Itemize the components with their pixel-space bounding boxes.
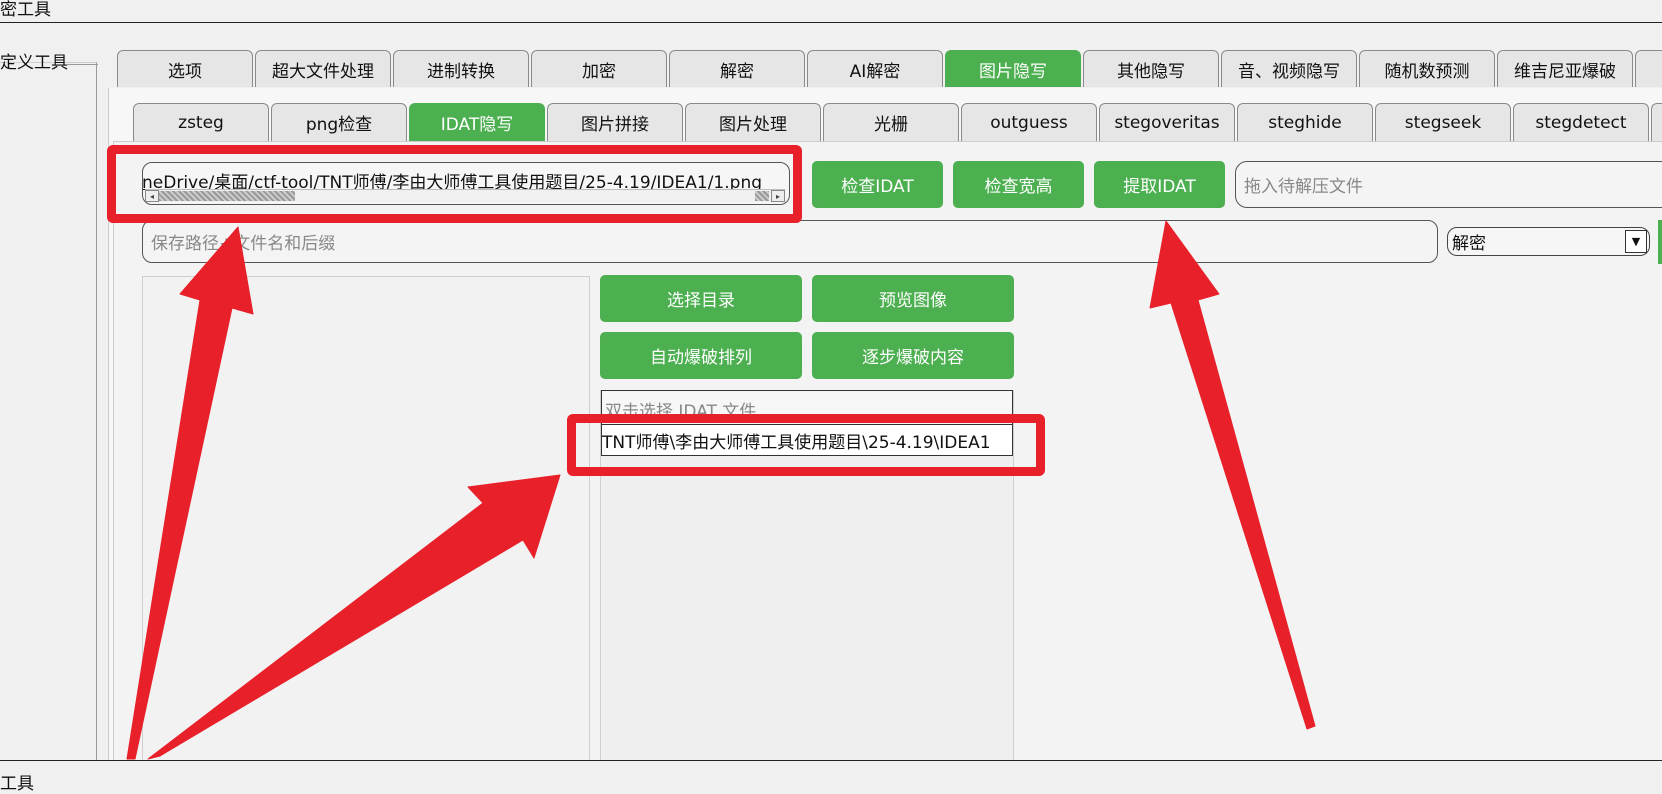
- annotation-arrows: [126, 220, 1316, 760]
- bottom-bar: 工具: [0, 760, 1662, 794]
- arrow-to-idat-icon: [147, 474, 561, 760]
- bottom-bar-title: 工具: [0, 774, 34, 794]
- arrow-to-path-icon: [126, 226, 254, 760]
- arrow-to-extract-icon: [1149, 220, 1316, 730]
